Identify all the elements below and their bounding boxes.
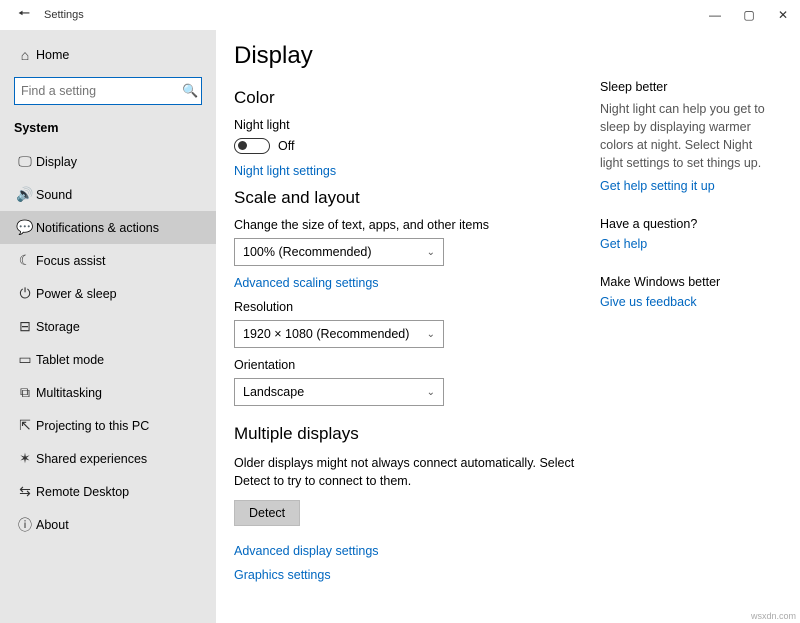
- sidebar-item-label: Power & sleep: [36, 287, 117, 301]
- sleep-better-title: Sleep better: [600, 80, 772, 94]
- sidebar-item-display[interactable]: 🖵 Display: [0, 145, 216, 178]
- projecting-icon: ⇱: [14, 417, 36, 434]
- scale-label: Change the size of text, apps, and other…: [234, 218, 584, 232]
- detect-button[interactable]: Detect: [234, 500, 300, 526]
- night-light-label: Night light: [234, 118, 584, 132]
- about-icon: ⓘ: [14, 515, 36, 535]
- sidebar-item-label: Storage: [36, 320, 80, 334]
- home-label: Home: [36, 48, 69, 62]
- sidebar-item-label: Multitasking: [36, 386, 102, 400]
- shared-icon: ✶: [14, 450, 36, 467]
- sidebar-item-storage[interactable]: ⊟ Storage: [0, 310, 216, 343]
- sidebar-item-multitasking[interactable]: ⧉ Multitasking: [0, 376, 216, 409]
- chevron-down-icon: ⌄: [427, 329, 435, 340]
- advanced-scaling-link[interactable]: Advanced scaling settings: [234, 276, 584, 290]
- toggle-thumb: [238, 141, 247, 150]
- sidebar-item-notifications[interactable]: 💬 Notifications & actions: [0, 211, 216, 244]
- titlebar: 🠔 Settings — ▢ ✕: [0, 0, 800, 30]
- home-button[interactable]: ⌂ Home: [0, 38, 216, 71]
- toggle-state: Off: [278, 139, 294, 153]
- sidebar-item-label: Focus assist: [36, 254, 105, 268]
- window-title: Settings: [40, 9, 84, 21]
- sidebar-item-focus-assist[interactable]: ☾ Focus assist: [0, 244, 216, 277]
- feedback-link[interactable]: Give us feedback: [600, 295, 697, 309]
- section-multiple-displays: Multiple displays: [234, 424, 584, 444]
- chevron-down-icon: ⌄: [427, 247, 435, 258]
- minimize-button[interactable]: —: [698, 0, 732, 30]
- sidebar-item-remote-desktop[interactable]: ⇆ Remote Desktop: [0, 475, 216, 508]
- sidebar-item-label: Remote Desktop: [36, 485, 129, 499]
- sleep-better-link[interactable]: Get help setting it up: [600, 179, 715, 193]
- sidebar-item-sound[interactable]: 🔊 Sound: [0, 178, 216, 211]
- sleep-better-body: Night light can help you get to sleep by…: [600, 100, 772, 173]
- sidebar-item-label: Tablet mode: [36, 353, 104, 367]
- notifications-icon: 💬: [14, 219, 36, 236]
- search-box[interactable]: 🔍: [14, 77, 202, 105]
- chevron-down-icon: ⌄: [427, 387, 435, 398]
- scale-value: 100% (Recommended): [243, 245, 372, 259]
- sidebar-item-shared-experiences[interactable]: ✶ Shared experiences: [0, 442, 216, 475]
- sidebar-item-label: Display: [36, 155, 77, 169]
- multi-displays-text: Older displays might not always connect …: [234, 454, 584, 490]
- search-input[interactable]: [21, 84, 182, 98]
- search-icon: 🔍: [182, 83, 198, 99]
- focus-assist-icon: ☾: [14, 252, 36, 269]
- night-light-settings-link[interactable]: Night light settings: [234, 164, 584, 178]
- toggle-track: [234, 138, 270, 154]
- info-column: Sleep better Night light can help you ge…: [584, 42, 800, 623]
- orientation-label: Orientation: [234, 358, 584, 372]
- sidebar-item-tablet-mode[interactable]: ▭ Tablet mode: [0, 343, 216, 376]
- resolution-dropdown[interactable]: 1920 × 1080 (Recommended) ⌄: [234, 320, 444, 348]
- sidebar-item-label: Projecting to this PC: [36, 419, 149, 433]
- page-title: Display: [234, 42, 584, 70]
- remote-desktop-icon: ⇆: [14, 483, 36, 500]
- maximize-button[interactable]: ▢: [732, 0, 766, 30]
- multitasking-icon: ⧉: [14, 384, 36, 401]
- display-icon: 🖵: [14, 153, 36, 170]
- sidebar-item-power-sleep[interactable]: ⏻ Power & sleep: [0, 277, 216, 310]
- sidebar-item-about[interactable]: ⓘ About: [0, 508, 216, 541]
- have-question-title: Have a question?: [600, 217, 772, 231]
- window-controls: — ▢ ✕: [698, 0, 800, 30]
- close-button[interactable]: ✕: [766, 0, 800, 30]
- watermark: wsxdn.com: [751, 611, 796, 621]
- graphics-settings-link[interactable]: Graphics settings: [234, 568, 584, 582]
- feedback-title: Make Windows better: [600, 275, 772, 289]
- nav-header: System: [0, 117, 216, 145]
- tablet-icon: ▭: [14, 351, 36, 368]
- night-light-toggle[interactable]: Off: [234, 138, 584, 154]
- advanced-display-link[interactable]: Advanced display settings: [234, 544, 584, 558]
- get-help-link[interactable]: Get help: [600, 237, 647, 251]
- resolution-value: 1920 × 1080 (Recommended): [243, 327, 409, 341]
- sidebar-item-label: Sound: [36, 188, 72, 202]
- power-icon: ⏻: [14, 285, 36, 302]
- section-scale: Scale and layout: [234, 188, 584, 208]
- sidebar-item-projecting[interactable]: ⇱ Projecting to this PC: [0, 409, 216, 442]
- main-panel: Display Color Night light Off Night ligh…: [216, 30, 800, 623]
- sidebar-item-label: Shared experiences: [36, 452, 147, 466]
- scale-dropdown[interactable]: 100% (Recommended) ⌄: [234, 238, 444, 266]
- back-button[interactable]: 🠔: [8, 3, 40, 27]
- sidebar: ⌂ Home 🔍 System 🖵 Display 🔊 Sound 💬 Noti…: [0, 30, 216, 623]
- resolution-label: Resolution: [234, 300, 584, 314]
- home-icon: ⌂: [14, 47, 36, 63]
- sidebar-item-label: About: [36, 518, 69, 532]
- storage-icon: ⊟: [14, 318, 36, 335]
- sidebar-item-label: Notifications & actions: [36, 221, 159, 235]
- section-color: Color: [234, 88, 584, 108]
- orientation-dropdown[interactable]: Landscape ⌄: [234, 378, 444, 406]
- sound-icon: 🔊: [14, 186, 36, 203]
- orientation-value: Landscape: [243, 385, 304, 399]
